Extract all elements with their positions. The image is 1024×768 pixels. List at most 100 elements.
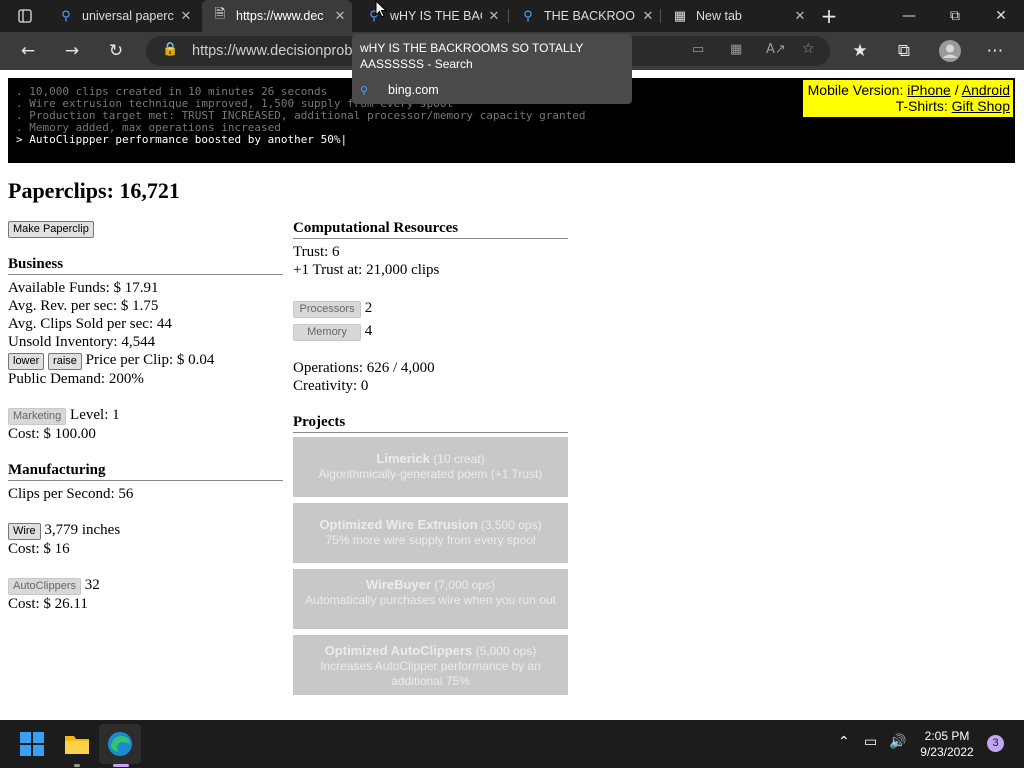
app-available-icon[interactable]: ▭ [692,42,704,57]
project-limerick[interactable]: Limerick (10 creat) Algorithmically-gene… [293,437,568,497]
processors-button[interactable]: Processors [293,301,361,318]
close-icon[interactable]: ✕ [636,8,660,24]
network-icon[interactable]: ▭ [864,734,877,750]
page-content: . 10,000 clips created in 10 minutes 26 … [0,70,1024,720]
public-demand: Public Demand: 200% [8,371,144,387]
marketing-button[interactable]: Marketing [8,408,67,425]
next-trust: +1 Trust at: 21,000 clips [293,262,440,278]
edge-browser-icon[interactable] [104,728,136,760]
tab-actions-icon[interactable] [10,1,40,31]
tab-the-backrooms[interactable]: ⚲ THE BACKROOM ✕ [510,0,660,32]
qr-code-icon[interactable]: ▦ [730,42,742,57]
processors-row: Processors 2 [293,299,568,318]
autoclippers-cost: Cost: $ 26.11 [8,596,88,612]
notification-badge[interactable]: 3 [987,735,1004,752]
marketing-level: Level: 1 [70,407,120,423]
taskbar: ⌃ ▭ 🔊 2:05 PM 9/23/2022 [0,720,1024,768]
operations: Operations: 626 / 4,000 [293,360,435,376]
close-icon[interactable]: ✕ [174,8,198,24]
address-suggestion-popup[interactable]: wHY IS THE BACKROOMS SO TOTALLY AASSSSSS… [352,34,632,104]
project-optimized-autoclippers[interactable]: Optimized AutoClippers (5,000 ops) Incre… [293,635,568,695]
gift-shop-link[interactable]: Gift Shop [952,98,1010,114]
refresh-button[interactable]: ↻ [101,36,131,66]
suggestion-source-row[interactable]: ⚲ bing.com [360,80,626,100]
autoclippers-count: 32 [84,577,100,593]
system-clock[interactable]: 2:05 PM 9/23/2022 [912,728,982,760]
manufacturing-heading: Manufacturing [8,461,283,481]
paperclip-count: Paperclips: 16,721 [8,178,180,203]
start-windows-icon[interactable] [16,728,48,760]
collections-icon[interactable]: ⧉ [889,36,919,66]
clock-time: 2:05 PM [924,729,970,743]
price-per-clip: Price per Clip: $ 0.04 [85,352,215,368]
address-url: https://www.decisionprob [192,43,353,59]
avg-clips-sold: Avg. Clips Sold per sec: 44 [8,316,172,332]
marketing-row: Marketing Level: 1 [8,406,283,425]
back-button[interactable]: ← [13,36,43,66]
tab-universal-paperclips[interactable]: ⚲ universal papercl ✕ [48,0,198,32]
search-icon: ⚲ [360,84,369,97]
avg-revenue: Avg. Rev. per sec: $ 1.75 [8,298,159,314]
profile-avatar[interactable] [935,36,965,66]
explorer-indicator [74,764,80,767]
more-menu-icon[interactable]: ⋯ [980,36,1010,66]
android-link[interactable]: Android [962,82,1010,98]
volume-icon[interactable]: 🔊 [889,734,906,750]
tab-bar: ⚲ universal papercl ✕ 🗎 https://www.dec … [0,0,1024,32]
clips-per-second: Clips per Second: 56 [8,486,134,502]
newtab-icon: ▦ [673,8,687,23]
project-optimized-wire-extrusion[interactable]: Optimized Wire Extrusion (3,500 ops) 75%… [293,503,568,563]
wire-button[interactable]: Wire [8,523,41,540]
memory-row: Memory 4 [293,322,568,341]
file-explorer-icon[interactable] [61,728,93,760]
search-icon: ⚲ [523,8,533,23]
add-favorite-icon[interactable]: ☆ [802,41,815,57]
unsold-inventory: Unsold Inventory: 4,544 [8,334,156,350]
computational-heading: Computational Resources [293,219,568,239]
creativity: Creativity: 0 [293,378,369,394]
close-icon[interactable]: ✕ [328,8,352,24]
tshirts-row: T-Shirts: Gift Shop [895,98,1010,114]
suggestion-title[interactable]: wHY IS THE BACKROOMS SO TOTALLY AASSSSSS… [360,40,626,72]
autoclippers-row: AutoClippers 32 [8,576,283,595]
tab-decisionproblem[interactable]: 🗎 https://www.dec ✕ [202,0,352,32]
wire-amount: 3,779 inches [44,522,121,538]
mouse-cursor [375,0,387,18]
page-icon: 🗎 [214,6,226,21]
console-line-current: > AutoClippper performance boosted by an… [16,133,348,146]
edge-indicator [113,764,129,767]
right-column: Computational Resources Trust: 6 +1 Trus… [293,219,568,701]
wire-row: Wire 3,779 inches [8,521,283,540]
minimize-button[interactable]: — [886,0,932,32]
favorites-icon[interactable]: ★ [845,36,875,66]
suggestion-source: bing.com [388,83,439,97]
forward-button[interactable]: → [57,36,87,66]
restore-button[interactable]: ⧉ [932,0,978,32]
close-icon[interactable]: ✕ [788,8,812,24]
close-window-button[interactable]: ✕ [978,0,1024,32]
processors-count: 2 [364,300,373,316]
lower-price-button[interactable]: lower [8,353,45,370]
mobile-version-row: Mobile Version: iPhone / Android [807,82,1010,98]
memory-count: 4 [364,323,373,339]
price-row: lower raise Price per Clip: $ 0.04 [8,351,283,370]
search-icon: ⚲ [61,8,71,23]
left-column: Business Available Funds: $ 17.91 Avg. R… [8,255,283,613]
close-icon[interactable]: ✕ [482,8,506,24]
tab-separator [508,9,509,23]
clock-date: 9/23/2022 [920,745,974,759]
marketing-cost: Cost: $ 100.00 [8,426,96,442]
project-wirebuyer[interactable]: WireBuyer (7,000 ops) Automatically purc… [293,569,568,629]
autoclippers-button[interactable]: AutoClippers [8,578,81,595]
make-paperclip-button[interactable]: Make Paperclip [8,221,94,238]
tab-new-tab[interactable]: ▦ New tab ✕ [662,0,812,32]
read-aloud-icon[interactable]: A↗ [766,42,786,57]
trust: Trust: 6 [293,244,340,260]
raise-price-button[interactable]: raise [48,353,82,370]
promo-box: Mobile Version: iPhone / Android T-Shirt… [803,80,1013,117]
iphone-link[interactable]: iPhone [907,82,951,98]
new-tab-button[interactable]: + [814,1,844,31]
memory-button[interactable]: Memory [293,324,361,341]
chevron-up-icon[interactable]: ⌃ [838,734,850,750]
projects-heading: Projects [293,413,568,433]
